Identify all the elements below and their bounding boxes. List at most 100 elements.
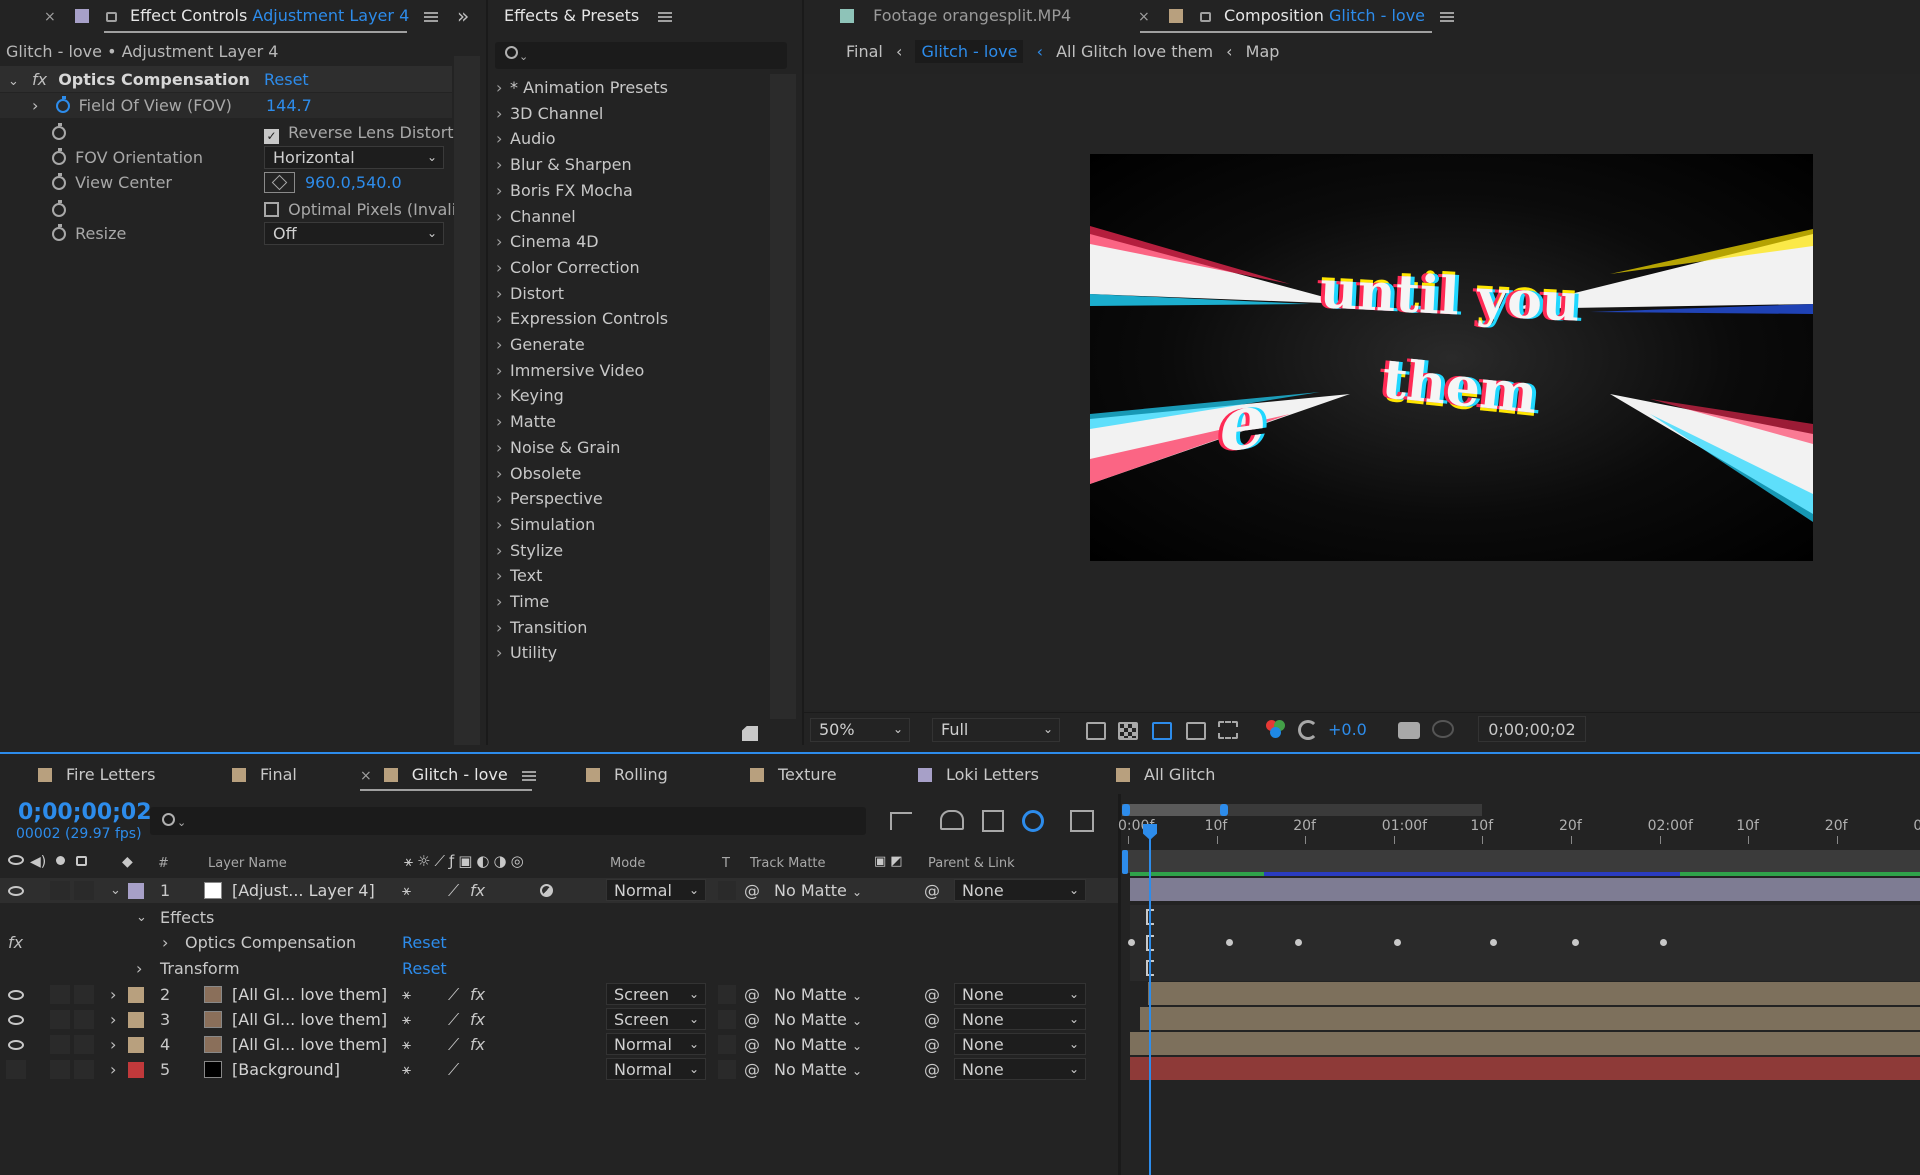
audio-slot[interactable] <box>50 1060 70 1079</box>
lock-slot[interactable] <box>74 881 94 900</box>
effects-group-row[interactable]: ⌄ Effects <box>0 905 1120 930</box>
chevron-right-icon[interactable]: › <box>496 332 510 357</box>
lock-slot[interactable] <box>74 1035 94 1054</box>
timeline-tab-glitch-love[interactable]: × Glitch - love <box>360 758 536 792</box>
track-matte-dropdown[interactable]: No Matte ⌄ <box>774 982 862 1009</box>
resize-dropdown[interactable]: Off ⌄ <box>264 222 444 245</box>
lock-slot[interactable] <box>74 1060 94 1079</box>
transparency-grid-icon[interactable] <box>1118 722 1138 740</box>
blend-mode-dropdown[interactable]: Normal ⌄ <box>606 1058 706 1080</box>
lock-slot[interactable] <box>74 1010 94 1029</box>
stopwatch-icon[interactable] <box>52 224 66 241</box>
fx-icon[interactable]: fx <box>8 930 23 955</box>
layer-row[interactable]: › 4 [All Gl... love them] ⚹ ⟋ fx Normal ⌄ @ No Ma… <box>0 1032 1120 1057</box>
layer-label-swatch[interactable] <box>128 1012 144 1028</box>
chevron-right-icon[interactable]: › <box>110 1032 116 1057</box>
timeline-tab-final[interactable]: Final <box>232 758 297 792</box>
layer-name[interactable]: [All Gl... love them] <box>232 1007 387 1032</box>
mask-visibility-icon[interactable] <box>1152 722 1172 740</box>
checkbox-unchecked[interactable] <box>264 202 279 217</box>
stopwatch-icon[interactable] <box>52 173 66 190</box>
adjustment-layer-icon[interactable] <box>540 884 553 897</box>
fast-preview-icon[interactable] <box>1086 722 1106 740</box>
chevron-right-icon[interactable]: › <box>496 383 510 408</box>
preserve-transparency-slot[interactable] <box>718 985 736 1004</box>
fov-orient-row[interactable]: FOV Orientation <box>52 145 203 170</box>
quality-icon[interactable]: ⟋ <box>448 982 459 1007</box>
chevron-right-icon[interactable]: › <box>496 640 510 665</box>
lock-icon[interactable] <box>76 856 87 866</box>
fov-row[interactable]: › Field Of View (FOV) <box>32 93 232 118</box>
blend-mode-dropdown[interactable]: Screen ⌄ <box>606 1008 706 1030</box>
track-matte-dropdown[interactable]: No Matte ⌄ <box>774 1057 862 1084</box>
eye-icon[interactable] <box>8 1015 24 1025</box>
reverse-checkbox-row[interactable]: ✓ Reverse Lens Distorti <box>264 120 458 145</box>
panel-menu-icon[interactable] <box>424 11 439 22</box>
timeline-timecode[interactable]: 0;00;00;02 <box>18 800 152 825</box>
panel-menu-icon[interactable] <box>521 770 536 781</box>
optics-row[interactable]: fx › Optics Compensation Reset <box>0 930 1120 955</box>
audio-icon[interactable]: ◀) <box>30 854 46 870</box>
layer-name[interactable]: [All Gl... love them] <box>232 982 387 1007</box>
track-matte-pickwhip-icon[interactable]: @ <box>744 982 760 1007</box>
effects-category-item[interactable]: › Color Correction <box>496 255 640 280</box>
effects-category-item[interactable]: › Keying <box>496 383 564 408</box>
viewer-timecode[interactable]: 0;00;00;02 <box>1478 716 1586 742</box>
parent-pickwhip-icon[interactable]: @ <box>924 1007 940 1032</box>
reset-exposure-icon[interactable] <box>1298 720 1318 740</box>
chevron-right-icon[interactable]: › <box>496 435 510 460</box>
chevron-right-icon[interactable]: › <box>496 358 510 383</box>
guides-icon[interactable] <box>1218 721 1238 739</box>
parent-dropdown[interactable]: None ⌄ <box>954 879 1086 901</box>
region-of-interest-icon[interactable] <box>1186 722 1206 740</box>
chevron-down-icon[interactable]: ⌄ <box>110 878 121 903</box>
switches-icons[interactable]: ⚹☼⟋ƒ▣◐◑◎ <box>404 852 528 870</box>
timeline-search-input[interactable]: ⌄ <box>150 807 866 835</box>
track-matte-pickwhip-icon[interactable]: @ <box>744 878 760 903</box>
effects-category-item[interactable]: › Time <box>496 589 549 614</box>
layer-2-bar[interactable] <box>1148 982 1920 1005</box>
preserve-transparency-slot[interactable] <box>718 881 736 900</box>
effects-category-item[interactable]: › Audio <box>496 126 555 151</box>
chevron-right-icon[interactable]: › <box>496 281 510 306</box>
quality-icon[interactable]: ⟋ <box>448 878 459 903</box>
chevron-right-icon[interactable]: › <box>496 563 510 588</box>
layer-name[interactable]: [Background] <box>232 1057 340 1082</box>
eye-icon[interactable] <box>8 886 24 896</box>
chevron-right-icon[interactable]: › <box>496 512 510 537</box>
chevron-right-icon[interactable]: › <box>496 126 510 151</box>
chevron-down-icon[interactable]: ⌄ <box>8 74 19 89</box>
chevron-right-icon[interactable]: › <box>496 615 510 640</box>
optimal-row-stopwatch[interactable] <box>52 197 66 222</box>
chevron-right-icon[interactable]: › <box>496 101 510 126</box>
quality-icon[interactable]: ⟋ <box>448 1007 459 1032</box>
effects-category-item[interactable]: › Blur & Sharpen <box>496 152 632 177</box>
effects-category-item[interactable]: › Simulation <box>496 512 595 537</box>
label-tag-icon[interactable]: ◆ <box>122 854 133 870</box>
parent-dropdown[interactable]: None ⌄ <box>954 1008 1086 1030</box>
work-area-marker[interactable] <box>1122 850 1128 874</box>
shy-icon[interactable]: ⚹ <box>402 878 411 903</box>
chevron-right-icon[interactable]: › <box>110 1057 116 1082</box>
lock-icon[interactable] <box>105 12 117 22</box>
keyframe[interactable] <box>1660 939 1667 946</box>
effects-category-item[interactable]: › Expression Controls <box>496 306 668 331</box>
chevron-right-icon[interactable]: › <box>496 204 510 229</box>
timeline-tab-fire-letters[interactable]: Fire Letters <box>38 758 155 792</box>
panel-menu-icon[interactable] <box>658 11 673 22</box>
chevron-right-icon[interactable]: › <box>32 96 38 115</box>
lock-icon[interactable] <box>1199 12 1211 22</box>
reverse-row-stopwatch[interactable] <box>52 120 66 145</box>
chevron-right-icon[interactable]: › <box>136 956 142 981</box>
timeline-tab-all-glitch[interactable]: All Glitch <box>1116 758 1215 792</box>
shy-icon[interactable]: ⚹ <box>402 1007 411 1032</box>
effects-category-item[interactable]: › Boris FX Mocha <box>496 178 633 203</box>
blend-mode-dropdown[interactable]: Screen ⌄ <box>606 983 706 1005</box>
effects-category-item[interactable]: › Obsolete <box>496 461 581 486</box>
quality-icon[interactable]: ⟋ <box>448 1057 459 1082</box>
resolution-dropdown[interactable]: Full ⌄ <box>932 718 1060 742</box>
effects-category-item[interactable]: › * Animation Presets <box>496 75 668 100</box>
effects-category-item[interactable]: › Perspective <box>496 486 603 511</box>
chevron-right-icon[interactable]: › <box>496 306 510 331</box>
crumb-glitch-love[interactable]: Glitch - love <box>915 40 1024 63</box>
